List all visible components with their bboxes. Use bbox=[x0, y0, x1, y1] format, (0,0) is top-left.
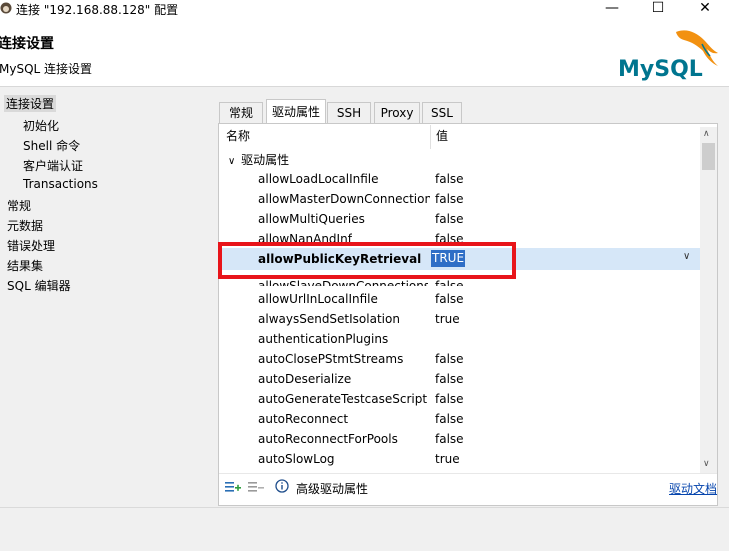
advanced-driver-properties-label: 高级驱动属性 bbox=[296, 482, 369, 496]
property-name[interactable]: allowSlaveDownConnections bbox=[258, 279, 428, 286]
scroll-up-icon[interactable]: ∧ bbox=[703, 129, 710, 139]
dialog-header: 连接设置 MySQL 连接设置 MySQL bbox=[0, 18, 729, 86]
header-divider bbox=[0, 86, 729, 87]
property-group-label: 驱动属性 bbox=[241, 153, 290, 167]
scrollbar-thumb[interactable] bbox=[702, 143, 715, 170]
title-bar: 连接 "192.168.88.128" 配置 — ☐ ✕ bbox=[0, 0, 729, 18]
nav-item-error-handling[interactable]: 错误处理 bbox=[7, 237, 55, 254]
window-title: 连接 "192.168.88.128" 配置 bbox=[16, 3, 179, 17]
tab-driver-properties[interactable]: 驱动属性 bbox=[266, 99, 326, 124]
property-value[interactable]: false bbox=[435, 192, 464, 206]
dbeaver-app-icon bbox=[0, 2, 12, 14]
property-name[interactable]: allowMultiQueries bbox=[258, 212, 365, 226]
nav-item-client-auth[interactable]: 客户端认证 bbox=[23, 157, 83, 174]
dialog-footer bbox=[0, 507, 729, 551]
column-header-value[interactable]: 值 bbox=[436, 127, 448, 144]
property-value[interactable]: false bbox=[435, 172, 464, 186]
property-name[interactable]: allowNanAndInf bbox=[258, 232, 352, 242]
column-separator[interactable] bbox=[430, 125, 431, 149]
nav-item-shell-commands[interactable]: Shell 命令 bbox=[23, 137, 80, 154]
property-name[interactable]: alwaysSendSetIsolation bbox=[258, 312, 400, 326]
property-value[interactable]: true bbox=[435, 452, 460, 466]
property-value[interactable]: false bbox=[435, 352, 464, 366]
tab-proxy[interactable]: Proxy bbox=[374, 102, 420, 123]
mysql-logo-text: MySQL bbox=[618, 57, 703, 82]
nav-item-metadata[interactable]: 元数据 bbox=[7, 217, 43, 234]
property-value[interactable]: false bbox=[435, 372, 464, 386]
add-property-icon[interactable] bbox=[224, 479, 242, 495]
property-value[interactable]: false bbox=[435, 212, 464, 226]
info-icon bbox=[275, 479, 289, 493]
property-group[interactable]: ∨ 驱动属性 bbox=[228, 151, 289, 168]
chevron-down-icon[interactable]: ∨ bbox=[683, 251, 690, 262]
property-value[interactable]: false bbox=[435, 392, 464, 406]
property-name[interactable]: autoGenerateTestcaseScript bbox=[258, 392, 427, 406]
nav-item-result-sets[interactable]: 结果集 bbox=[7, 257, 43, 274]
remove-property-icon[interactable] bbox=[247, 479, 265, 495]
minimize-button[interactable]: — bbox=[590, 0, 634, 18]
property-value[interactable]: false bbox=[435, 292, 464, 306]
nav-item-transactions[interactable]: Transactions bbox=[23, 177, 98, 191]
mysql-logo-icon: MySQL bbox=[618, 30, 718, 82]
column-header-name[interactable]: 名称 bbox=[226, 127, 250, 144]
page-title: 连接设置 bbox=[0, 36, 54, 52]
nav-item-initialization[interactable]: 初始化 bbox=[23, 117, 59, 134]
property-value[interactable]: false bbox=[435, 432, 464, 446]
driver-docs-link[interactable]: 驱动文档 bbox=[669, 480, 717, 497]
property-name[interactable]: autoSlowLog bbox=[258, 452, 335, 466]
maximize-button[interactable]: ☐ bbox=[636, 0, 680, 18]
annotation-highlight-box bbox=[218, 242, 516, 279]
vertical-scrollbar[interactable] bbox=[700, 127, 717, 473]
property-name[interactable]: autoReconnect bbox=[258, 412, 348, 426]
chevron-down-icon[interactable]: ∨ bbox=[228, 156, 235, 167]
page-subtitle: MySQL 连接设置 bbox=[0, 62, 93, 76]
property-name[interactable]: autoDeserialize bbox=[258, 372, 351, 386]
property-name[interactable]: autoReconnectForPools bbox=[258, 432, 398, 446]
property-name[interactable]: allowMasterDownConnections bbox=[258, 192, 430, 206]
toolbar-divider bbox=[219, 473, 717, 474]
nav-item-connection-settings[interactable]: 连接设置 bbox=[4, 95, 57, 112]
property-name[interactable]: allowLoadLocalInfile bbox=[258, 172, 379, 186]
property-value[interactable]: false bbox=[435, 412, 464, 426]
close-button[interactable]: ✕ bbox=[683, 0, 727, 18]
tab-ssl[interactable]: SSL bbox=[422, 102, 462, 123]
scroll-down-icon[interactable]: ∨ bbox=[703, 459, 710, 469]
property-name[interactable]: authenticationPlugins bbox=[258, 332, 388, 346]
property-name[interactable]: allowUrlInLocalInfile bbox=[258, 292, 378, 306]
nav-item-sql-editor[interactable]: SQL 编辑器 bbox=[7, 277, 71, 294]
tab-ssh[interactable]: SSH bbox=[327, 102, 371, 123]
property-value[interactable]: false bbox=[435, 279, 464, 286]
property-value[interactable]: false bbox=[435, 232, 464, 242]
property-value[interactable]: true bbox=[435, 312, 460, 326]
property-name[interactable]: autoClosePStmtStreams bbox=[258, 352, 403, 366]
nav-item-general[interactable]: 常规 bbox=[7, 197, 31, 214]
tab-general[interactable]: 常规 bbox=[219, 102, 263, 123]
